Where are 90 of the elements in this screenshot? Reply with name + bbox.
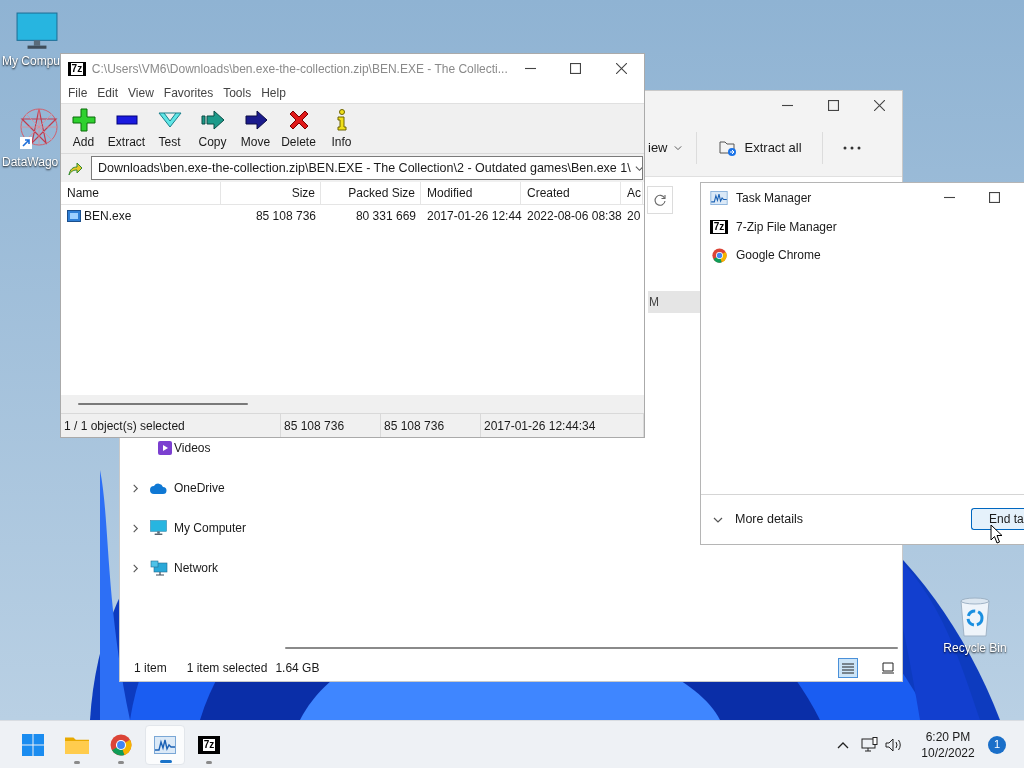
maximize-icon bbox=[827, 99, 839, 111]
app-list-item[interactable]: 7z 7-Zip File Manager bbox=[701, 212, 901, 241]
menu-item[interactable]: Tools bbox=[218, 83, 257, 103]
menu-item[interactable]: File bbox=[63, 83, 93, 103]
column-header[interactable]: Size bbox=[221, 182, 321, 204]
nav-pane-item[interactable]: OneDrive bbox=[120, 480, 281, 496]
column-header[interactable]: Created bbox=[521, 182, 621, 204]
monitor-icon bbox=[150, 520, 167, 536]
list-icon bbox=[842, 662, 854, 674]
toolbar-button[interactable]: Test bbox=[148, 108, 191, 151]
status-text: 85 108 736 bbox=[381, 414, 481, 437]
monitor-icon bbox=[16, 12, 58, 50]
menu-item[interactable]: Favorites bbox=[158, 83, 219, 103]
windows-start-icon bbox=[22, 733, 44, 756]
details-view-button[interactable] bbox=[838, 658, 858, 678]
app-list-item[interactable]: Task Manager bbox=[701, 184, 901, 213]
seven-zip-logo-icon: 7z bbox=[710, 219, 728, 234]
network-button[interactable] bbox=[860, 734, 880, 755]
column-header[interactable]: Packed Size bbox=[321, 182, 421, 204]
close-icon bbox=[873, 99, 885, 111]
nav-pane-item[interactable]: Videos bbox=[120, 440, 281, 456]
toolbar-button[interactable]: Copy bbox=[191, 108, 234, 151]
menu-item[interactable]: Help bbox=[256, 83, 291, 103]
more-details-button[interactable]: More details bbox=[713, 510, 804, 529]
clock[interactable]: 6:20 PM 10/2/2022 bbox=[914, 728, 982, 761]
menu-item[interactable]: View bbox=[123, 83, 159, 103]
toolbar-button[interactable]: Move bbox=[234, 108, 277, 151]
table-cell-text: 20 bbox=[626, 207, 642, 225]
chevron-icon bbox=[673, 143, 682, 152]
table-cell-text: 80 331 669 bbox=[354, 207, 417, 225]
column-header[interactable]: Modified bbox=[421, 182, 521, 204]
chevron-icon bbox=[130, 483, 140, 493]
maximize-icon bbox=[570, 63, 582, 74]
plus-icon bbox=[71, 108, 96, 132]
close-icon bbox=[615, 63, 627, 74]
chart-icon bbox=[710, 191, 728, 206]
table-cell-text: 85 108 736 bbox=[254, 207, 317, 225]
video-icon bbox=[158, 441, 172, 455]
program-icon bbox=[67, 209, 81, 222]
status-text: 1.64 GB bbox=[275, 660, 320, 677]
status-text: 1 / 1 object(s) selected bbox=[61, 414, 281, 437]
caret-icon bbox=[837, 740, 849, 749]
nav-pane-item[interactable]: Network bbox=[120, 560, 281, 576]
seven-zip-logo-icon: 7z bbox=[198, 735, 220, 754]
toolbar-button[interactable]: Extract bbox=[105, 108, 148, 151]
status-text: 2017-01-26 12:44:34 bbox=[481, 414, 644, 437]
network-icon bbox=[150, 559, 168, 577]
status-text: 85 108 736 bbox=[281, 414, 381, 437]
end-task-button[interactable]: End ta bbox=[971, 507, 1024, 530]
folder-icon bbox=[65, 734, 89, 755]
refresh-icon bbox=[653, 193, 667, 207]
toolbar-button[interactable]: Add bbox=[62, 108, 105, 151]
notification-badge[interactable]: 1 bbox=[988, 735, 1006, 754]
taskbar-app-button[interactable]: 7z bbox=[189, 724, 229, 765]
more-icon bbox=[842, 145, 861, 150]
address-field[interactable]: Downloads\ben.exe-the-collection.zip\BEN.EXE - The Collection\2 - Outdated games\Ben.exe 1\ bbox=[91, 156, 643, 180]
table-cell-text: 2022-08-06 08:38 bbox=[526, 207, 621, 225]
column-header[interactable]: Name bbox=[61, 182, 221, 204]
refresh-button[interactable] bbox=[647, 186, 673, 214]
cloud-icon bbox=[150, 482, 167, 494]
app-list-item[interactable]: Google Chrome bbox=[701, 241, 901, 270]
toolbar-button[interactable]: Info bbox=[320, 108, 363, 151]
menu-item[interactable]: Edit bbox=[92, 83, 124, 103]
arrow-icon bbox=[200, 108, 225, 132]
taskbar-app-button[interactable] bbox=[145, 724, 185, 765]
chevron-icon bbox=[130, 523, 140, 533]
chrome-icon bbox=[110, 733, 132, 756]
table-cell: BEN.exe bbox=[61, 206, 221, 225]
arrow-icon bbox=[243, 108, 268, 132]
status-text: 1 item selected bbox=[186, 660, 268, 677]
chrome-icon bbox=[711, 247, 727, 263]
chevron-icon bbox=[634, 163, 642, 173]
view-menu-button[interactable]: iew bbox=[647, 131, 697, 164]
seven-zip-logo-icon: 7z bbox=[68, 61, 86, 76]
window-title: C:\Users\VM6\Downloads\ben.exe-the-collection.zip\BEN.EXE - The Collecti... bbox=[91, 60, 508, 78]
column-header[interactable]: Ac bbox=[621, 182, 643, 204]
recycle-bin-icon bbox=[957, 595, 993, 637]
list-row[interactable]: M bbox=[648, 291, 700, 313]
chevron-icon bbox=[130, 563, 140, 573]
maximize-icon bbox=[989, 191, 1000, 203]
table-cell-text: 2017-01-26 12:44 bbox=[426, 207, 521, 225]
chart-icon bbox=[154, 735, 176, 754]
nav-pane-item[interactable]: My Computer bbox=[120, 520, 281, 536]
folder-extract-icon bbox=[718, 139, 737, 156]
toolbar-button[interactable]: Delete bbox=[277, 108, 320, 151]
thumbnail-icon bbox=[882, 662, 894, 674]
status-text: 1 item bbox=[134, 660, 167, 677]
network-icon bbox=[861, 736, 879, 753]
speaker-icon bbox=[885, 737, 903, 752]
extract-all-button[interactable]: Extract all bbox=[696, 131, 823, 164]
